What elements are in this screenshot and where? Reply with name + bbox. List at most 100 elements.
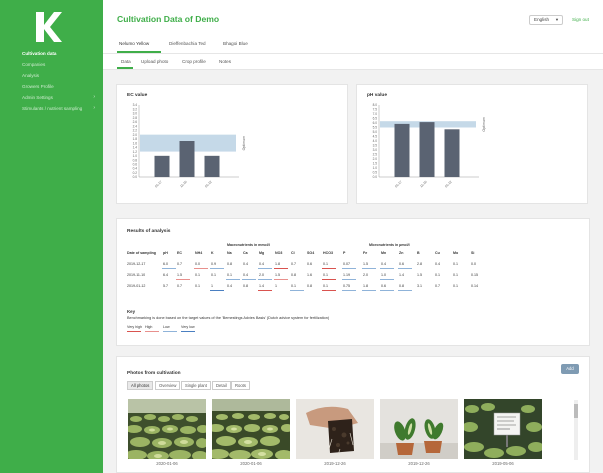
benchmark-underline [242,279,256,280]
sidebar-item-stimulants[interactable]: Stimulants / nutrient sampling › [0,103,103,114]
sidebar-item-growers-profile[interactable]: Growers Profile [0,81,103,92]
ec-category-label: 11-10 [179,180,188,189]
table-cell: 0.07 [343,262,350,266]
table-cell: 2.0 [259,273,264,277]
table-header-cell: HCO3 [323,251,333,255]
filter-detail[interactable]: Detail [212,381,231,390]
logo-icon[interactable] [36,12,62,42]
photo-date: 2020-01-06 [240,461,262,466]
field-plants-image [212,399,290,459]
table-cell: 0.8 [227,262,232,266]
filter-overview[interactable]: Overview [155,381,181,390]
table-cell: 1.8 [363,284,368,288]
photo-thumbnail[interactable] [296,399,374,459]
language-select[interactable]: English ▼ [529,15,563,25]
tab-crop-1[interactable]: Nelumo Yellow [119,41,149,46]
benchmark-underline [322,290,336,291]
table-cell: 0.1 [291,284,296,288]
tab-data[interactable]: Data [121,59,131,64]
table-cell: 0.4 [435,262,440,266]
benchmark-underline [342,290,356,291]
ph-optimum-label: Optimum [482,117,486,132]
scrollbar-thumb[interactable] [574,404,578,418]
table-cell: 5.7 [163,284,168,288]
table-header-cell: Zn [399,251,404,255]
table-header-cell: Si [471,251,475,255]
table-cell: 2019-12-17 [127,262,146,266]
chevron-right-icon: › [93,105,95,111]
add-photo-button[interactable]: Add [561,364,579,374]
table-cell: 1.4 [259,284,264,288]
photo-thumbnail[interactable] [212,399,290,459]
table-cell: 0.1 [453,284,458,288]
header: Cultivation Data of Demo English ▼ Sign … [103,0,603,36]
sidebar-item-cultivation-data[interactable]: Cultivation data [0,48,103,59]
tab-upload-photo[interactable]: Upload photo [141,59,168,64]
table-cell: 1.5 [417,273,422,277]
tab-crop-profile[interactable]: Crop profile [182,59,206,64]
tab-notes[interactable]: Notes [219,59,231,64]
table-cell: 2019-11-10 [127,273,146,277]
ph-bar [419,122,435,177]
sidebar: Cultivation data Companies Analysis Grow… [0,0,103,473]
legend-swatch [163,331,177,332]
active-subtab-indicator [117,67,133,69]
filter-roots[interactable]: Roots [231,381,250,390]
table-header-cell: Mo [453,251,459,255]
table-cell: 0.4 [381,262,386,266]
table-header-cell: Cu [435,251,440,255]
table-cell: 1.5 [275,273,280,277]
table-cell: 0.1 [323,284,328,288]
ec-bar [179,141,195,177]
table-cell: 0.8 [291,273,296,277]
ph-tick-label: 3.5 [373,144,378,148]
benchmark-underline [398,268,412,269]
benchmark-underline [290,290,304,291]
sidebar-item-analysis[interactable]: Analysis [0,70,103,81]
table-cell: 6.4 [163,273,168,277]
table-header-cell: NO3 [275,251,283,255]
table-header-cell: NH4 [195,251,203,255]
signout-link[interactable]: Sign out [572,17,589,22]
table-cell: 1.8 [275,262,280,266]
photo-thumbnail[interactable] [128,399,206,459]
filter-all-photos[interactable]: All photos [127,381,154,390]
soil-hand-image [296,399,374,459]
table-cell: 0.1 [195,273,200,277]
tab-crop-3[interactable]: Bhagoi Blue [223,41,248,46]
table-cell: 2019-01-12 [127,284,146,288]
table-cell: 0.8 [399,284,404,288]
table-header-cell: Ca [243,251,248,255]
table-cell: 0.7 [435,284,440,288]
photo-date: 2019-05-06 [492,461,514,466]
key-title: Key [127,309,136,314]
photo-date: 2020-01-06 [156,461,178,466]
chevron-right-icon: › [93,94,95,100]
table-cell: 1.4 [399,273,404,277]
table-cell: 0.9 [211,262,216,266]
photo-thumbnail[interactable] [464,399,542,459]
table-cell: 0.75 [343,284,350,288]
ec-chart: 3.43.23.02.82.62.42.22.01.81.61.41.21.00… [133,103,246,189]
filter-single-plant[interactable]: Single plant [181,381,211,390]
field-sign-image [464,399,542,459]
photo-thumbnail[interactable] [380,399,458,459]
sidebar-item-companies[interactable]: Companies [0,59,103,70]
benchmark-underline [362,290,376,291]
table-cell: 0.7 [291,262,296,266]
ph-tick-label: 0.5 [373,171,378,175]
table-cell: 0.4 [227,284,232,288]
legend-swatch [181,331,195,332]
table-cell: 1.6 [307,273,312,277]
ph-tick-label: 0.0 [373,175,378,179]
ph-tick-label: 1.5 [373,162,378,166]
sidebar-item-admin-settings[interactable]: Admin Settings › [0,92,103,103]
ph-bar [444,129,460,177]
table-cell: 0.1 [435,273,440,277]
benchmark-underline [210,290,224,291]
sidebar-nav: Cultivation data Companies Analysis Grow… [0,48,103,114]
legend-swatch [127,331,141,332]
photos-scrollbar[interactable] [574,400,578,460]
table-header-cell: B [417,251,420,255]
tab-crop-2[interactable]: Dieffenbachia Ted [169,41,206,46]
